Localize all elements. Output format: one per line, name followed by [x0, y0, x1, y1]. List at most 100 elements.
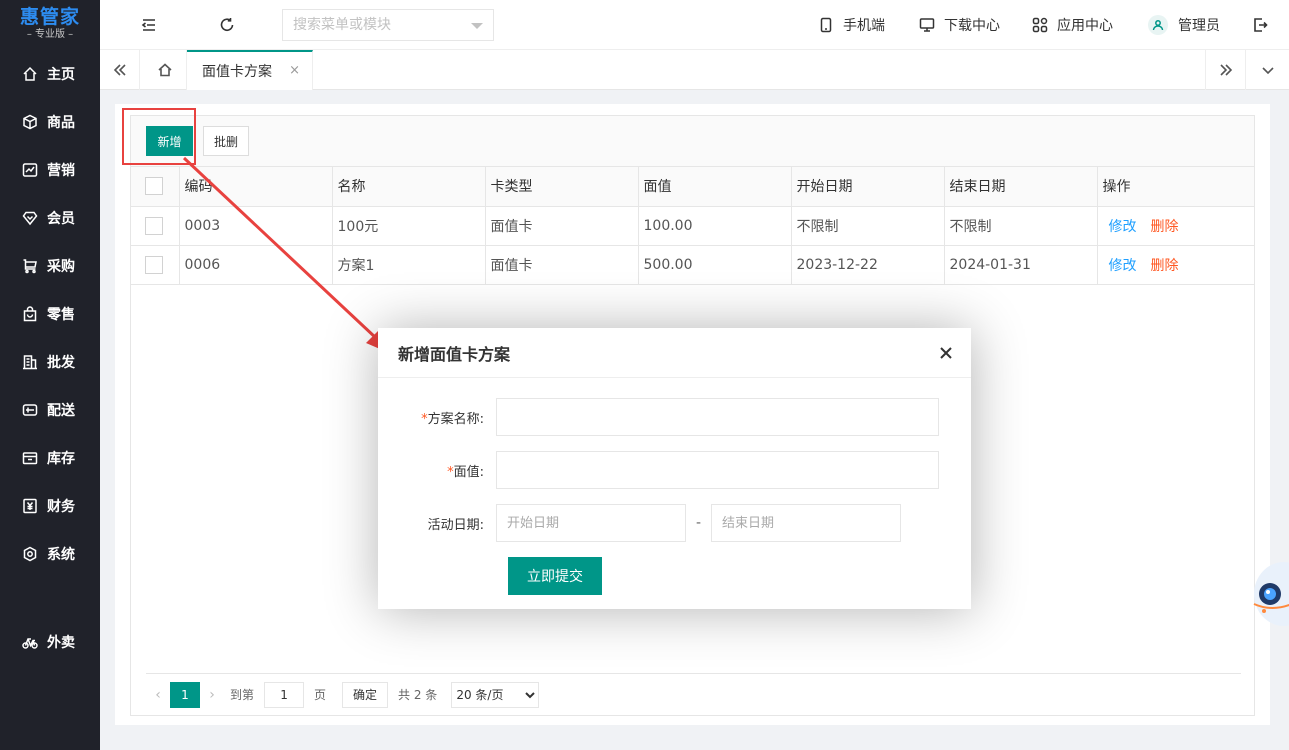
add-button[interactable]: 新增: [146, 126, 193, 156]
page-unit-label: 页: [314, 688, 327, 702]
cell-type: 面值卡: [485, 206, 639, 246]
tab-close-icon[interactable]: ×: [289, 63, 300, 78]
cell-name: 100元: [332, 206, 486, 246]
sidebar-item-label: 营销: [47, 163, 75, 179]
page-size-select[interactable]: 20 条/页: [451, 681, 540, 708]
delete-link[interactable]: 删除: [1151, 258, 1179, 274]
double-chevron-left-icon: [113, 64, 126, 76]
phone-icon: [820, 17, 832, 33]
dialog-header: 新增面值卡方案: [378, 328, 971, 378]
column-header[interactable]: 卡类型: [485, 167, 639, 207]
menu-search-select[interactable]: [282, 9, 494, 41]
sidebar-item-marketing[interactable]: 营销: [0, 150, 100, 190]
box-icon: [22, 452, 38, 465]
goto-page-input[interactable]: [264, 681, 305, 708]
table-toolbar: 新增 批删: [131, 116, 1254, 167]
sidebar-item-wholesale[interactable]: 批发: [0, 342, 100, 382]
refresh-button[interactable]: [215, 13, 239, 37]
chevron-down-icon: [1261, 67, 1274, 75]
chart-icon: [22, 163, 38, 177]
face-value-label-text: 面值:: [453, 464, 484, 480]
dialog-title: 新增面值卡方案: [398, 344, 511, 364]
end-date-input[interactable]: [711, 504, 901, 542]
column-header[interactable]: 编码: [179, 167, 333, 207]
tabs-menu-dropdown[interactable]: [1245, 50, 1289, 90]
select-all-checkbox[interactable]: [145, 177, 163, 196]
admin-user-label: 管理员: [1178, 18, 1220, 34]
date-separator: -: [695, 515, 702, 531]
cell-actions: 修改 删除: [1097, 245, 1254, 285]
face-value-input[interactable]: [496, 451, 939, 489]
sidebar-item-delivery[interactable]: 配送: [0, 390, 100, 430]
cell-code: 0006: [179, 245, 333, 285]
add-plan-dialog: 新增面值卡方案 *方案名称: *面值: 活动日期: - 立即提交: [378, 328, 971, 609]
collapse-menu-button[interactable]: [137, 13, 161, 37]
column-header: 操作: [1097, 167, 1254, 207]
column-header[interactable]: 面值: [638, 167, 792, 207]
sidebar-item-label: 系统: [47, 547, 75, 563]
mobile-link[interactable]: 手机端: [818, 0, 885, 50]
table-row: 0003 100元 面值卡 100.00 不限制 不限制 修改 删除: [131, 206, 1254, 246]
menu-search-input[interactable]: [283, 10, 463, 40]
plan-name-label-text: 方案名称:: [427, 411, 484, 427]
row-checkbox[interactable]: [145, 255, 163, 274]
plan-name-input[interactable]: [496, 398, 939, 436]
goto-confirm-button[interactable]: 确定: [342, 681, 389, 708]
cell-value: 100.00: [638, 206, 792, 246]
brand-logo[interactable]: 惠管家 – 专业版 –: [0, 0, 100, 48]
tabs-scroll-left-button[interactable]: [100, 50, 140, 90]
tab-home[interactable]: [143, 50, 187, 90]
apps-icon: [1032, 17, 1048, 33]
delete-link[interactable]: 删除: [1151, 219, 1179, 235]
cart-icon: [23, 259, 37, 274]
sidebar-item-takeout[interactable]: 外卖: [0, 622, 100, 662]
tab-face-value-card-plan[interactable]: 面值卡方案 ×: [187, 50, 313, 90]
logout-button[interactable]: [1248, 13, 1272, 37]
sidebar-item-inventory[interactable]: 库存: [0, 438, 100, 478]
chevron-down-icon: [471, 23, 483, 29]
user-icon: [1152, 20, 1164, 31]
edit-link[interactable]: 修改: [1109, 219, 1137, 235]
truck-icon: [22, 404, 38, 416]
top-header: 手机端 下载中心 应用中心 管理员: [100, 0, 1289, 50]
admin-user-menu[interactable]: 管理员: [1148, 0, 1220, 50]
sidebar-item-goods[interactable]: 商品: [0, 102, 100, 142]
column-header[interactable]: 名称: [332, 167, 486, 207]
start-date-input[interactable]: [496, 504, 686, 542]
row-select-cell: [131, 206, 180, 246]
column-header[interactable]: 开始日期: [791, 167, 945, 207]
sidebar-item-label: 商品: [47, 115, 75, 131]
batch-delete-button[interactable]: 批删: [203, 126, 249, 156]
next-page-icon[interactable]: ›: [200, 687, 224, 703]
submit-button[interactable]: 立即提交: [508, 557, 602, 595]
sidebar-item-member[interactable]: 会员: [0, 198, 100, 238]
current-page-button[interactable]: 1: [170, 681, 200, 708]
double-chevron-right-icon: [1219, 64, 1232, 76]
column-header[interactable]: 结束日期: [944, 167, 1098, 207]
cell-value: 500.00: [638, 245, 792, 285]
logout-icon: [1254, 18, 1268, 32]
edit-link[interactable]: 修改: [1109, 258, 1137, 274]
sidebar-item-retail[interactable]: 零售: [0, 294, 100, 334]
select-all-cell: [131, 167, 180, 207]
table-row: 0006 方案1 面值卡 500.00 2023-12-22 2024-01-3…: [131, 245, 1254, 285]
cube-icon: [23, 114, 37, 130]
sidebar-item-label: 批发: [47, 355, 75, 371]
download-center-link[interactable]: 下载中心: [919, 0, 1000, 50]
sidebar-item-home[interactable]: 主页: [0, 54, 100, 94]
cell-code: 0003: [179, 206, 333, 246]
sidebar-item-finance[interactable]: 财务: [0, 486, 100, 526]
tabs-scroll-right-button[interactable]: [1205, 50, 1245, 90]
sidebar-item-label: 采购: [47, 259, 75, 275]
close-icon[interactable]: [939, 345, 953, 359]
row-checkbox[interactable]: [145, 216, 163, 235]
menu-collapse-icon: [141, 19, 155, 31]
app-center-link[interactable]: 应用中心: [1032, 0, 1113, 50]
prev-page-icon[interactable]: ‹: [146, 687, 170, 703]
avatar: [1148, 15, 1168, 35]
sidebar-item-label: 财务: [47, 499, 75, 515]
diamond-icon: [22, 211, 38, 226]
floating-assistant-icon[interactable]: [1252, 556, 1289, 626]
sidebar-item-system[interactable]: 系统: [0, 534, 100, 574]
sidebar-item-purchase[interactable]: 采购: [0, 246, 100, 286]
